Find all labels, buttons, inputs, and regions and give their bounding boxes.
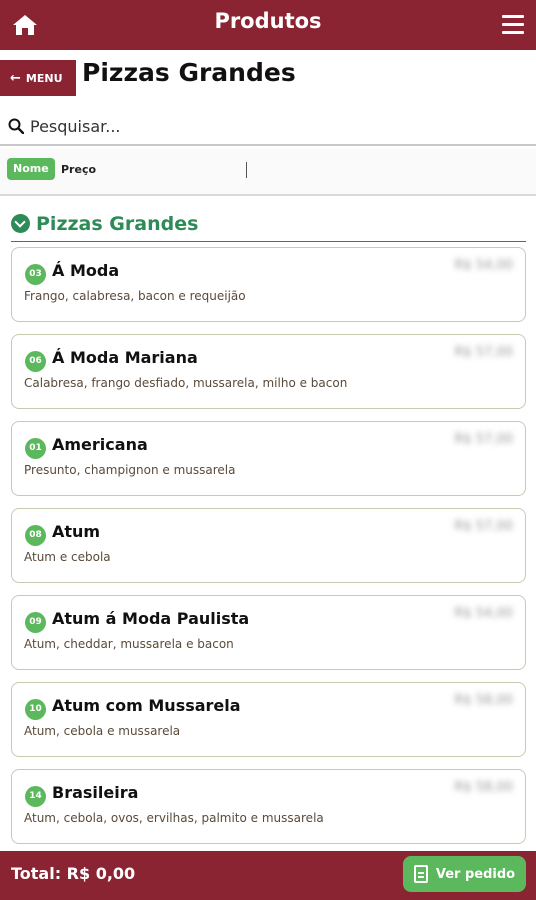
product-price: R$ 58,00 (454, 780, 513, 795)
search-bar (0, 108, 536, 146)
sort-options: Nome Preço (0, 148, 536, 196)
section-header[interactable]: Pizzas Grandes (11, 206, 526, 242)
product-number-badge: 08 (25, 525, 46, 546)
product-card[interactable]: 06 Á Moda Mariana Calabresa, frango desf… (11, 334, 526, 409)
chevron-circle-down-icon (11, 214, 30, 233)
product-description: Atum, cebola, ovos, ervilhas, palmito e … (24, 811, 324, 825)
product-card[interactable]: 09 Atum á Moda Paulista Atum, cheddar, m… (11, 595, 526, 670)
product-name: Á Moda (52, 261, 120, 280)
page-title: Pizzas Grandes (82, 58, 296, 87)
product-description: Atum, cebola e mussarela (24, 724, 181, 738)
product-price: R$ 57,00 (454, 345, 513, 360)
product-list: 03 Á Moda Frango, calabresa, bacon e req… (11, 247, 526, 856)
product-card[interactable]: 08 Atum Atum e cebola R$ 57,00 (11, 508, 526, 583)
search-input[interactable] (30, 116, 510, 136)
back-to-menu-button[interactable]: ← MENU (0, 60, 76, 96)
product-price: R$ 58,00 (454, 693, 513, 708)
view-order-label: Ver pedido (435, 866, 516, 882)
product-description: Atum e cebola (24, 550, 111, 564)
product-number-badge: 06 (25, 351, 46, 372)
product-name: Atum com Mussarela (52, 696, 241, 715)
product-number-badge: 01 (25, 438, 46, 459)
back-button-label: MENU (25, 71, 63, 85)
product-number-badge: 10 (25, 699, 46, 720)
section-title: Pizzas Grandes (36, 212, 199, 235)
product-card[interactable]: 14 Brasileira Atum, cebola, ovos, ervilh… (11, 769, 526, 844)
sort-by-price-button[interactable]: Preço (61, 163, 96, 176)
header-title: Produtos (214, 9, 322, 33)
product-card[interactable]: 10 Atum com Mussarela Atum, cebola e mus… (11, 682, 526, 757)
product-card[interactable]: 03 Á Moda Frango, calabresa, bacon e req… (11, 247, 526, 322)
product-price: R$ 54,00 (454, 606, 513, 621)
product-description: Atum, cheddar, mussarela e bacon (24, 637, 234, 651)
hamburger-menu-icon[interactable] (502, 15, 524, 35)
top-bar: Produtos (0, 0, 536, 50)
product-price: R$ 57,00 (454, 519, 513, 534)
order-total: Total: R$ 0,00 (11, 864, 136, 883)
product-description: Frango, calabresa, bacon e requeijão (24, 289, 246, 303)
product-description: Calabresa, frango desfiado, mussarela, m… (24, 376, 348, 390)
product-name: Brasileira (52, 783, 139, 802)
product-description: Presunto, champignon e mussarela (24, 463, 236, 477)
search-icon (8, 118, 24, 134)
product-price: R$ 57,00 (454, 432, 513, 447)
product-name: Atum (52, 522, 101, 541)
document-icon (413, 865, 428, 883)
view-order-button[interactable]: Ver pedido (403, 856, 526, 892)
sort-by-name-button[interactable]: Nome (7, 158, 55, 180)
product-number-badge: 03 (25, 264, 46, 285)
product-name: Atum á Moda Paulista (52, 609, 250, 628)
product-card[interactable]: 01 Americana Presunto, champignon e muss… (11, 421, 526, 496)
product-number-badge: 14 (25, 786, 46, 807)
product-price: R$ 54,00 (454, 258, 513, 273)
product-name: Á Moda Mariana (52, 348, 198, 367)
sort-divider (246, 162, 247, 178)
arrow-left-icon: ← (10, 70, 21, 86)
product-number-badge: 09 (25, 612, 46, 633)
product-name: Americana (52, 435, 148, 454)
